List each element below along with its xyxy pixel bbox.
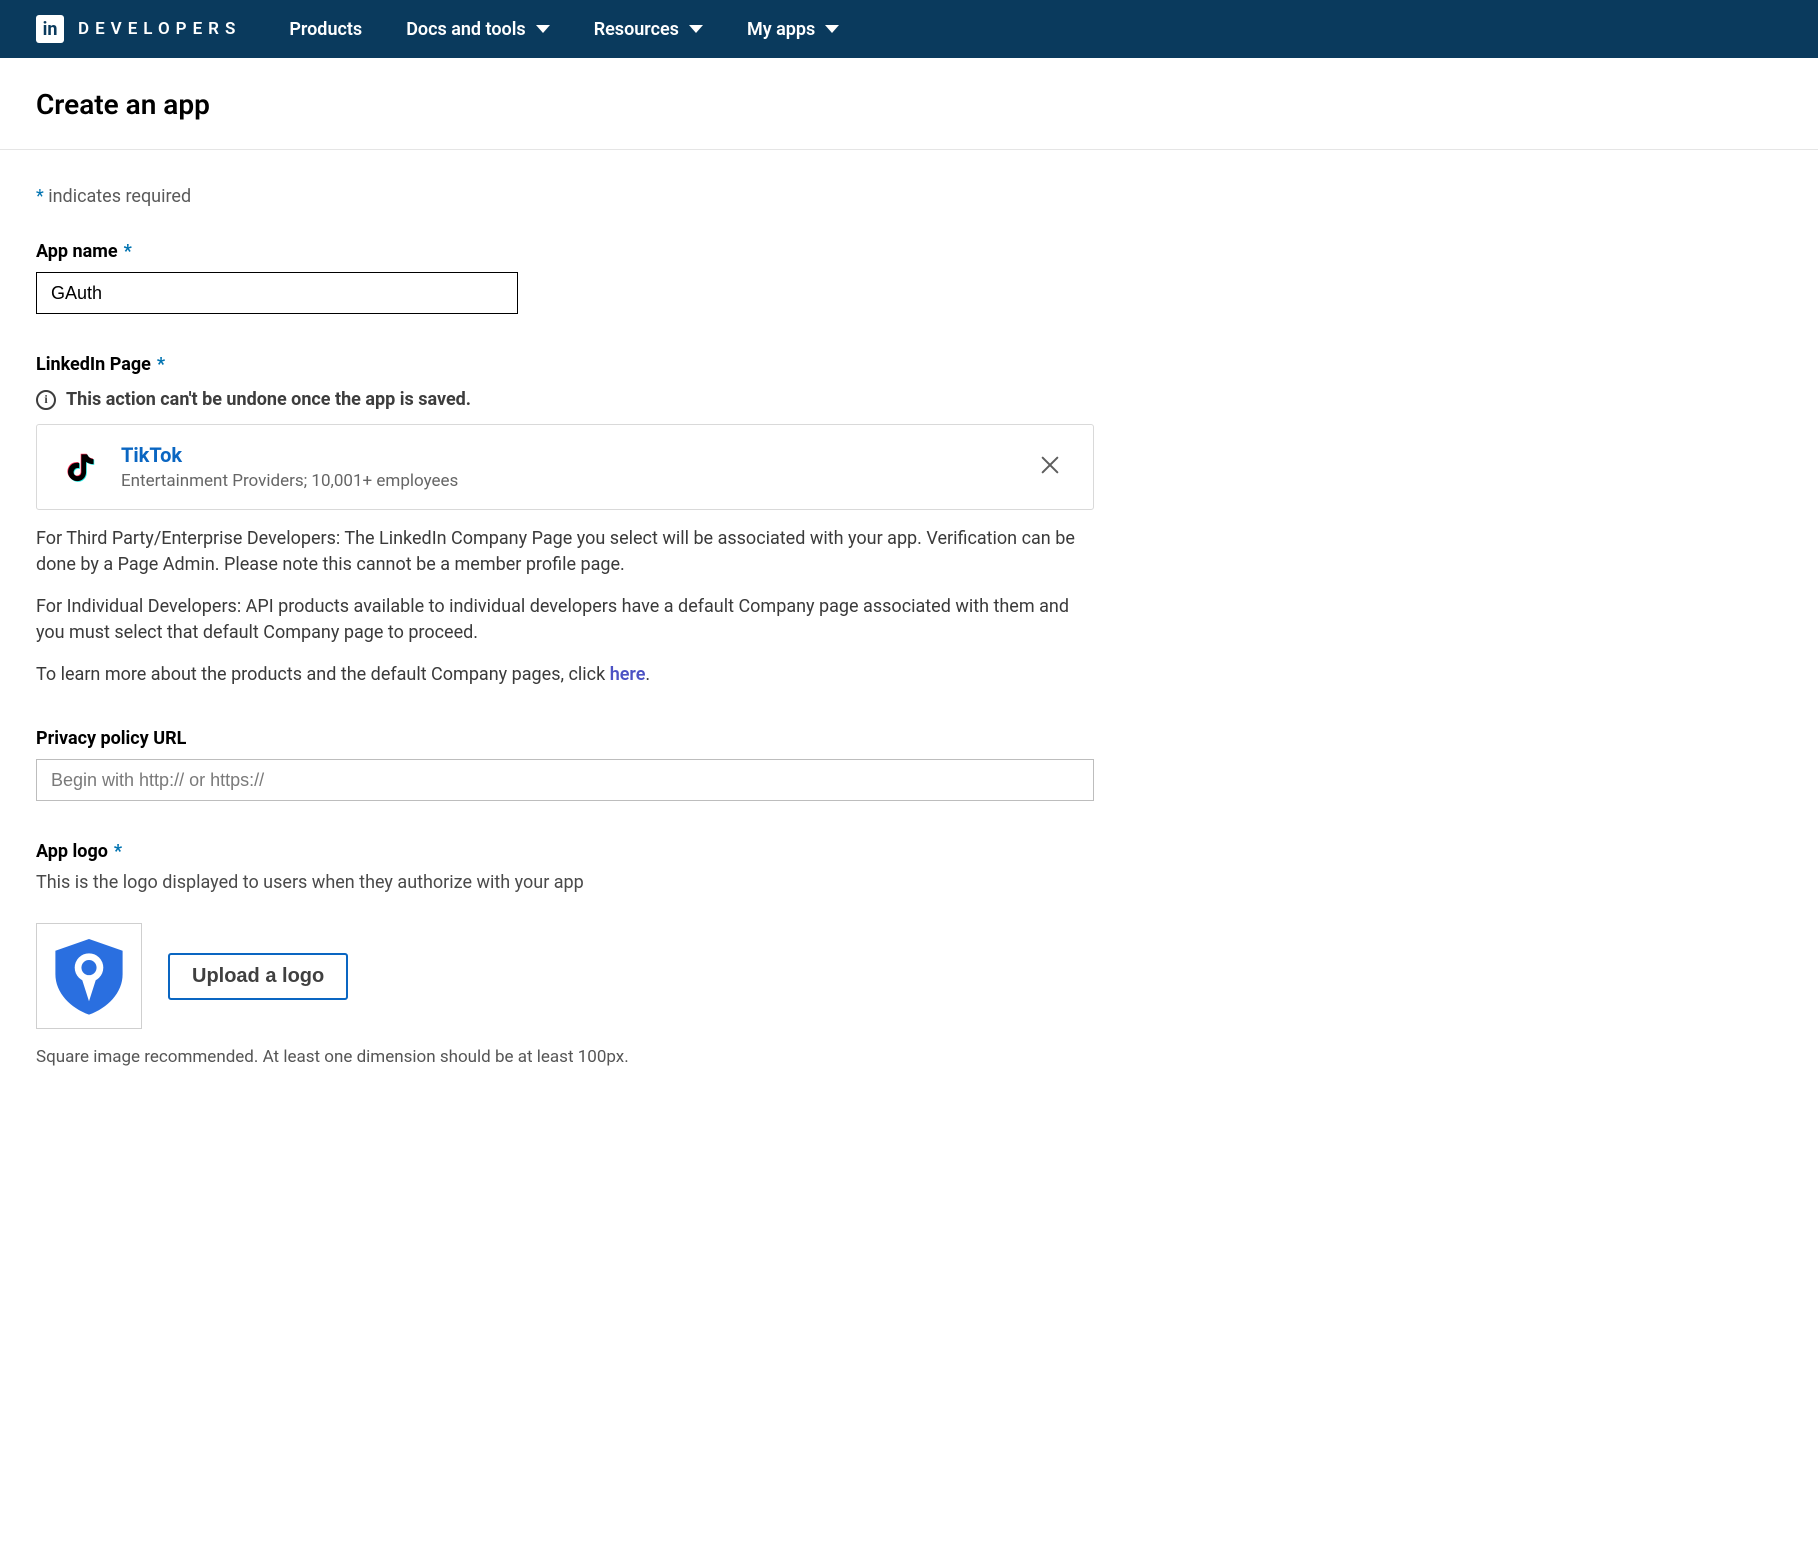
top-nav: in DEVELOPERS Products Docs and tools Re…	[0, 0, 1818, 58]
label-text: Privacy policy URL	[36, 728, 186, 749]
label-text: App name	[36, 241, 118, 262]
logo-note: Square image recommended. At least one d…	[36, 1047, 1094, 1067]
company-subtitle: Entertainment Providers; 10,001+ employe…	[121, 471, 1009, 491]
info-icon: i	[36, 390, 56, 410]
page-title: Create an app	[36, 88, 1782, 121]
company-name-link[interactable]: TikTok	[121, 443, 1009, 467]
required-star-icon: *	[36, 186, 44, 207]
app-name-input[interactable]	[36, 272, 518, 314]
logo-row: Upload a logo	[36, 923, 1094, 1029]
nav-item-label: Docs and tools	[406, 19, 526, 40]
brand-word: DEVELOPERS	[78, 19, 241, 39]
app-logo-label: App logo *	[36, 841, 1094, 862]
learn-more-link[interactable]: here	[610, 664, 646, 685]
nav-item-docs-and-tools[interactable]: Docs and tools	[406, 19, 550, 40]
required-note: * indicates required	[36, 186, 1094, 207]
selected-company-card: TikTok Entertainment Providers; 10,001+ …	[36, 424, 1094, 510]
required-note-text: indicates required	[44, 186, 191, 207]
privacy-url-label: Privacy policy URL	[36, 728, 1094, 749]
nav-item-label: My apps	[747, 19, 815, 40]
nav-items: Products Docs and tools Resources My app…	[289, 19, 839, 40]
page-head: Create an app	[0, 58, 1818, 150]
section-privacy-url: Privacy policy URL	[36, 728, 1094, 801]
shield-badge-icon	[47, 934, 131, 1018]
chevron-down-icon	[825, 25, 839, 33]
help-text-1: For Third Party/Enterprise Developers: T…	[36, 526, 1094, 578]
app-name-label: App name *	[36, 241, 1094, 262]
nav-item-label: Resources	[594, 19, 679, 40]
nav-item-label: Products	[289, 19, 362, 40]
upload-logo-button[interactable]: Upload a logo	[168, 953, 348, 1000]
brand[interactable]: in DEVELOPERS	[36, 15, 241, 43]
label-text: App logo	[36, 841, 108, 862]
section-app-name: App name *	[36, 241, 1094, 314]
remove-company-button[interactable]	[1031, 450, 1069, 485]
section-app-logo: App logo * This is the logo displayed to…	[36, 841, 1094, 1067]
create-app-form: * indicates required App name * LinkedIn…	[0, 150, 1130, 1147]
required-star-icon: *	[157, 354, 165, 375]
linkedin-page-label: LinkedIn Page *	[36, 354, 1094, 375]
chevron-down-icon	[536, 25, 550, 33]
nav-item-resources[interactable]: Resources	[594, 19, 703, 40]
section-linkedin-page: LinkedIn Page * i This action can't be u…	[36, 354, 1094, 688]
help-text-3: To learn more about the products and the…	[36, 662, 1094, 688]
nav-item-my-apps[interactable]: My apps	[747, 19, 839, 40]
app-logo-sub: This is the logo displayed to users when…	[36, 872, 1094, 893]
help3-suffix: .	[645, 664, 650, 685]
required-star-icon: *	[114, 841, 122, 862]
linkedin-page-warning: i This action can't be undone once the a…	[36, 389, 1094, 410]
help3-prefix: To learn more about the products and the…	[36, 664, 610, 685]
linkedin-logo-icon: in	[36, 15, 64, 43]
chevron-down-icon	[689, 25, 703, 33]
privacy-url-input[interactable]	[36, 759, 1094, 801]
required-star-icon: *	[124, 241, 132, 262]
warning-text: This action can't be undone once the app…	[66, 389, 471, 410]
company-main: TikTok Entertainment Providers; 10,001+ …	[121, 443, 1009, 491]
close-icon	[1039, 454, 1061, 476]
nav-item-products[interactable]: Products	[289, 19, 362, 40]
logo-preview	[36, 923, 142, 1029]
label-text: LinkedIn Page	[36, 354, 151, 375]
help-text-2: For Individual Developers: API products …	[36, 594, 1094, 646]
tiktok-logo-icon	[61, 448, 99, 486]
